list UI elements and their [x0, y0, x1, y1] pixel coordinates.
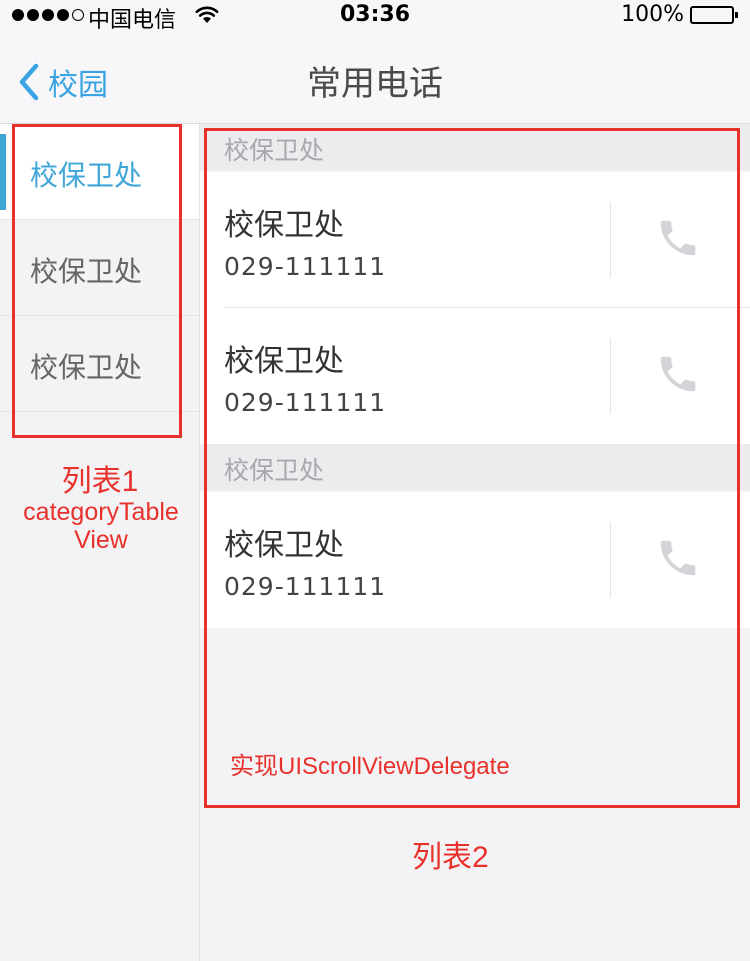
status-bar: 中国电信 03:36 100%: [0, 0, 750, 33]
annotation-box-list1: [12, 124, 182, 438]
annotation-list1: 列表1: [61, 465, 139, 498]
battery-icon: [690, 6, 742, 24]
annotation-list1-subtitle: categoryTable View: [0, 498, 202, 554]
annotation-list1-line2: View: [74, 526, 128, 554]
annotation-list2: 列表2: [412, 841, 489, 874]
annotation-list1-line1: categoryTable: [23, 498, 179, 526]
navigation-bar: 校园 常用电话: [0, 32, 750, 124]
annotation-box-list2: [204, 128, 740, 808]
battery-percentage: 100%: [621, 2, 684, 27]
annotation-delegate: 实现UIScrollViewDelegate: [230, 753, 510, 780]
page-title: 常用电话: [307, 64, 443, 104]
selected-indicator: [0, 134, 6, 210]
